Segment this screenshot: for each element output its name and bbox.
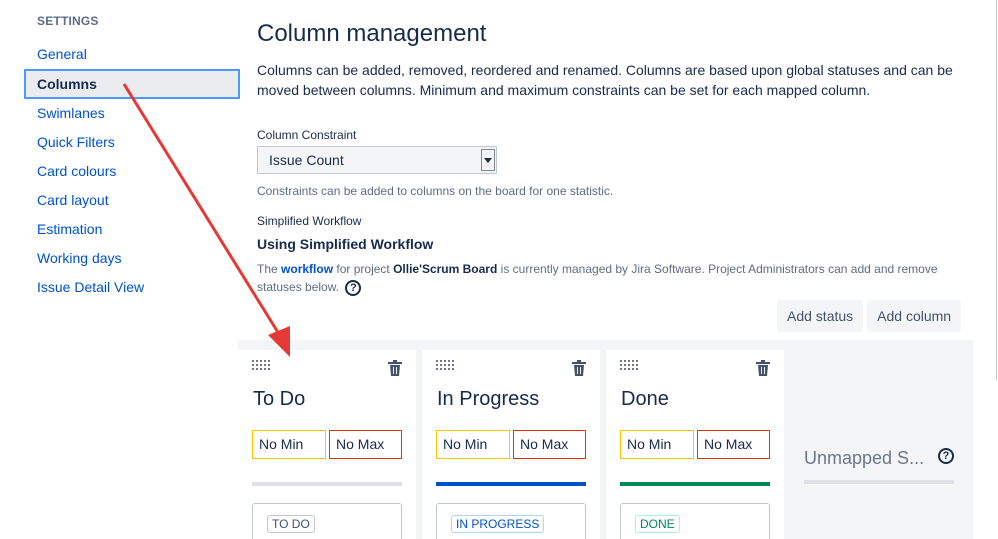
sidebar-item-card-colours[interactable]: Card colours: [24, 157, 240, 186]
drag-handle-icon[interactable]: [252, 360, 270, 372]
unmapped-statuses: Unmapped S... ?: [804, 448, 954, 484]
trash-icon[interactable]: [388, 360, 402, 376]
sidebar-item-columns[interactable]: Columns: [24, 69, 240, 99]
unmapped-title: Unmapped S...: [804, 448, 925, 468]
column-color-bar: [252, 482, 402, 486]
board-column-in-progress[interactable]: In Progress No Min No Max IN PROGRESS: [422, 350, 600, 539]
status-lozenge: TO DO: [267, 515, 315, 533]
add-column-button[interactable]: Add column: [867, 300, 962, 332]
workflow-desc-prefix: The: [257, 262, 278, 276]
help-icon[interactable]: ?: [938, 448, 954, 464]
sidebar-item-working-days[interactable]: Working days: [24, 244, 240, 273]
column-name[interactable]: To Do: [253, 388, 305, 411]
page-description: Columns can be added, removed, reordered…: [257, 62, 953, 98]
status-card[interactable]: TO DO: [252, 503, 402, 539]
column-color-bar: [620, 482, 770, 486]
board-column-to-do[interactable]: To Do No Min No Max TO DO: [238, 350, 416, 539]
trash-icon[interactable]: [756, 360, 770, 376]
column-max-input[interactable]: No Max: [329, 430, 402, 459]
status-lozenge: DONE: [635, 515, 680, 533]
sidebar-item-card-layout[interactable]: Card layout: [24, 186, 240, 215]
add-status-button[interactable]: Add status: [777, 300, 864, 332]
board-column-done[interactable]: Done No Min No Max DONE: [606, 350, 784, 539]
unmapped-color-bar: [804, 480, 954, 484]
column-constraint-label: Column Constraint: [257, 128, 357, 142]
sidebar-item-swimlanes[interactable]: Swimlanes: [24, 99, 240, 128]
column-constraint-select[interactable]: Issue Count: [257, 146, 497, 174]
drag-handle-icon[interactable]: [436, 360, 454, 372]
constraint-help-text: Constraints can be added to columns on t…: [257, 184, 614, 198]
column-actions: Add status Add column: [777, 300, 962, 332]
column-max-input[interactable]: No Max: [513, 430, 586, 459]
status-lozenge: IN PROGRESS: [451, 515, 545, 533]
workflow-description: The workflow for project Ollie'Scrum Boa…: [257, 260, 947, 296]
chevron-down-icon[interactable]: [481, 149, 495, 171]
trash-icon[interactable]: [572, 360, 586, 376]
main-content: Column management Columns can be added, …: [257, 20, 977, 296]
sidebar-item-issue-detail-view[interactable]: Issue Detail View: [24, 273, 240, 302]
settings-sidebar: SETTINGS General Columns Swimlanes Quick…: [24, 14, 240, 302]
workflow-title: Using Simplified Workflow: [257, 236, 434, 252]
workflow-link[interactable]: workflow: [281, 262, 333, 276]
column-max-input[interactable]: No Max: [697, 430, 770, 459]
column-name[interactable]: In Progress: [437, 388, 539, 411]
column-name[interactable]: Done: [621, 388, 669, 411]
project-name: Ollie'Scrum Board: [393, 262, 498, 276]
status-card[interactable]: DONE: [620, 503, 770, 539]
column-min-input[interactable]: No Min: [252, 430, 326, 459]
drag-handle-icon[interactable]: [620, 360, 638, 372]
workflow-desc-mid: for project: [336, 262, 390, 276]
page-title: Column management: [257, 20, 487, 47]
status-card[interactable]: IN PROGRESS: [436, 503, 586, 539]
sidebar-item-estimation[interactable]: Estimation: [24, 215, 240, 244]
sidebar-item-quick-filters[interactable]: Quick Filters: [24, 128, 240, 157]
workflow-label: Simplified Workflow: [257, 214, 362, 228]
column-min-input[interactable]: No Min: [436, 430, 510, 459]
column-color-bar: [436, 482, 586, 486]
sidebar-item-general[interactable]: General: [24, 40, 240, 69]
column-min-input[interactable]: No Min: [620, 430, 694, 459]
column-board: To Do No Min No Max TO DO In Progress No…: [238, 340, 973, 539]
help-icon[interactable]: ?: [345, 279, 362, 296]
column-constraint-value: Issue Count: [269, 152, 344, 168]
sidebar-heading: SETTINGS: [37, 14, 99, 28]
